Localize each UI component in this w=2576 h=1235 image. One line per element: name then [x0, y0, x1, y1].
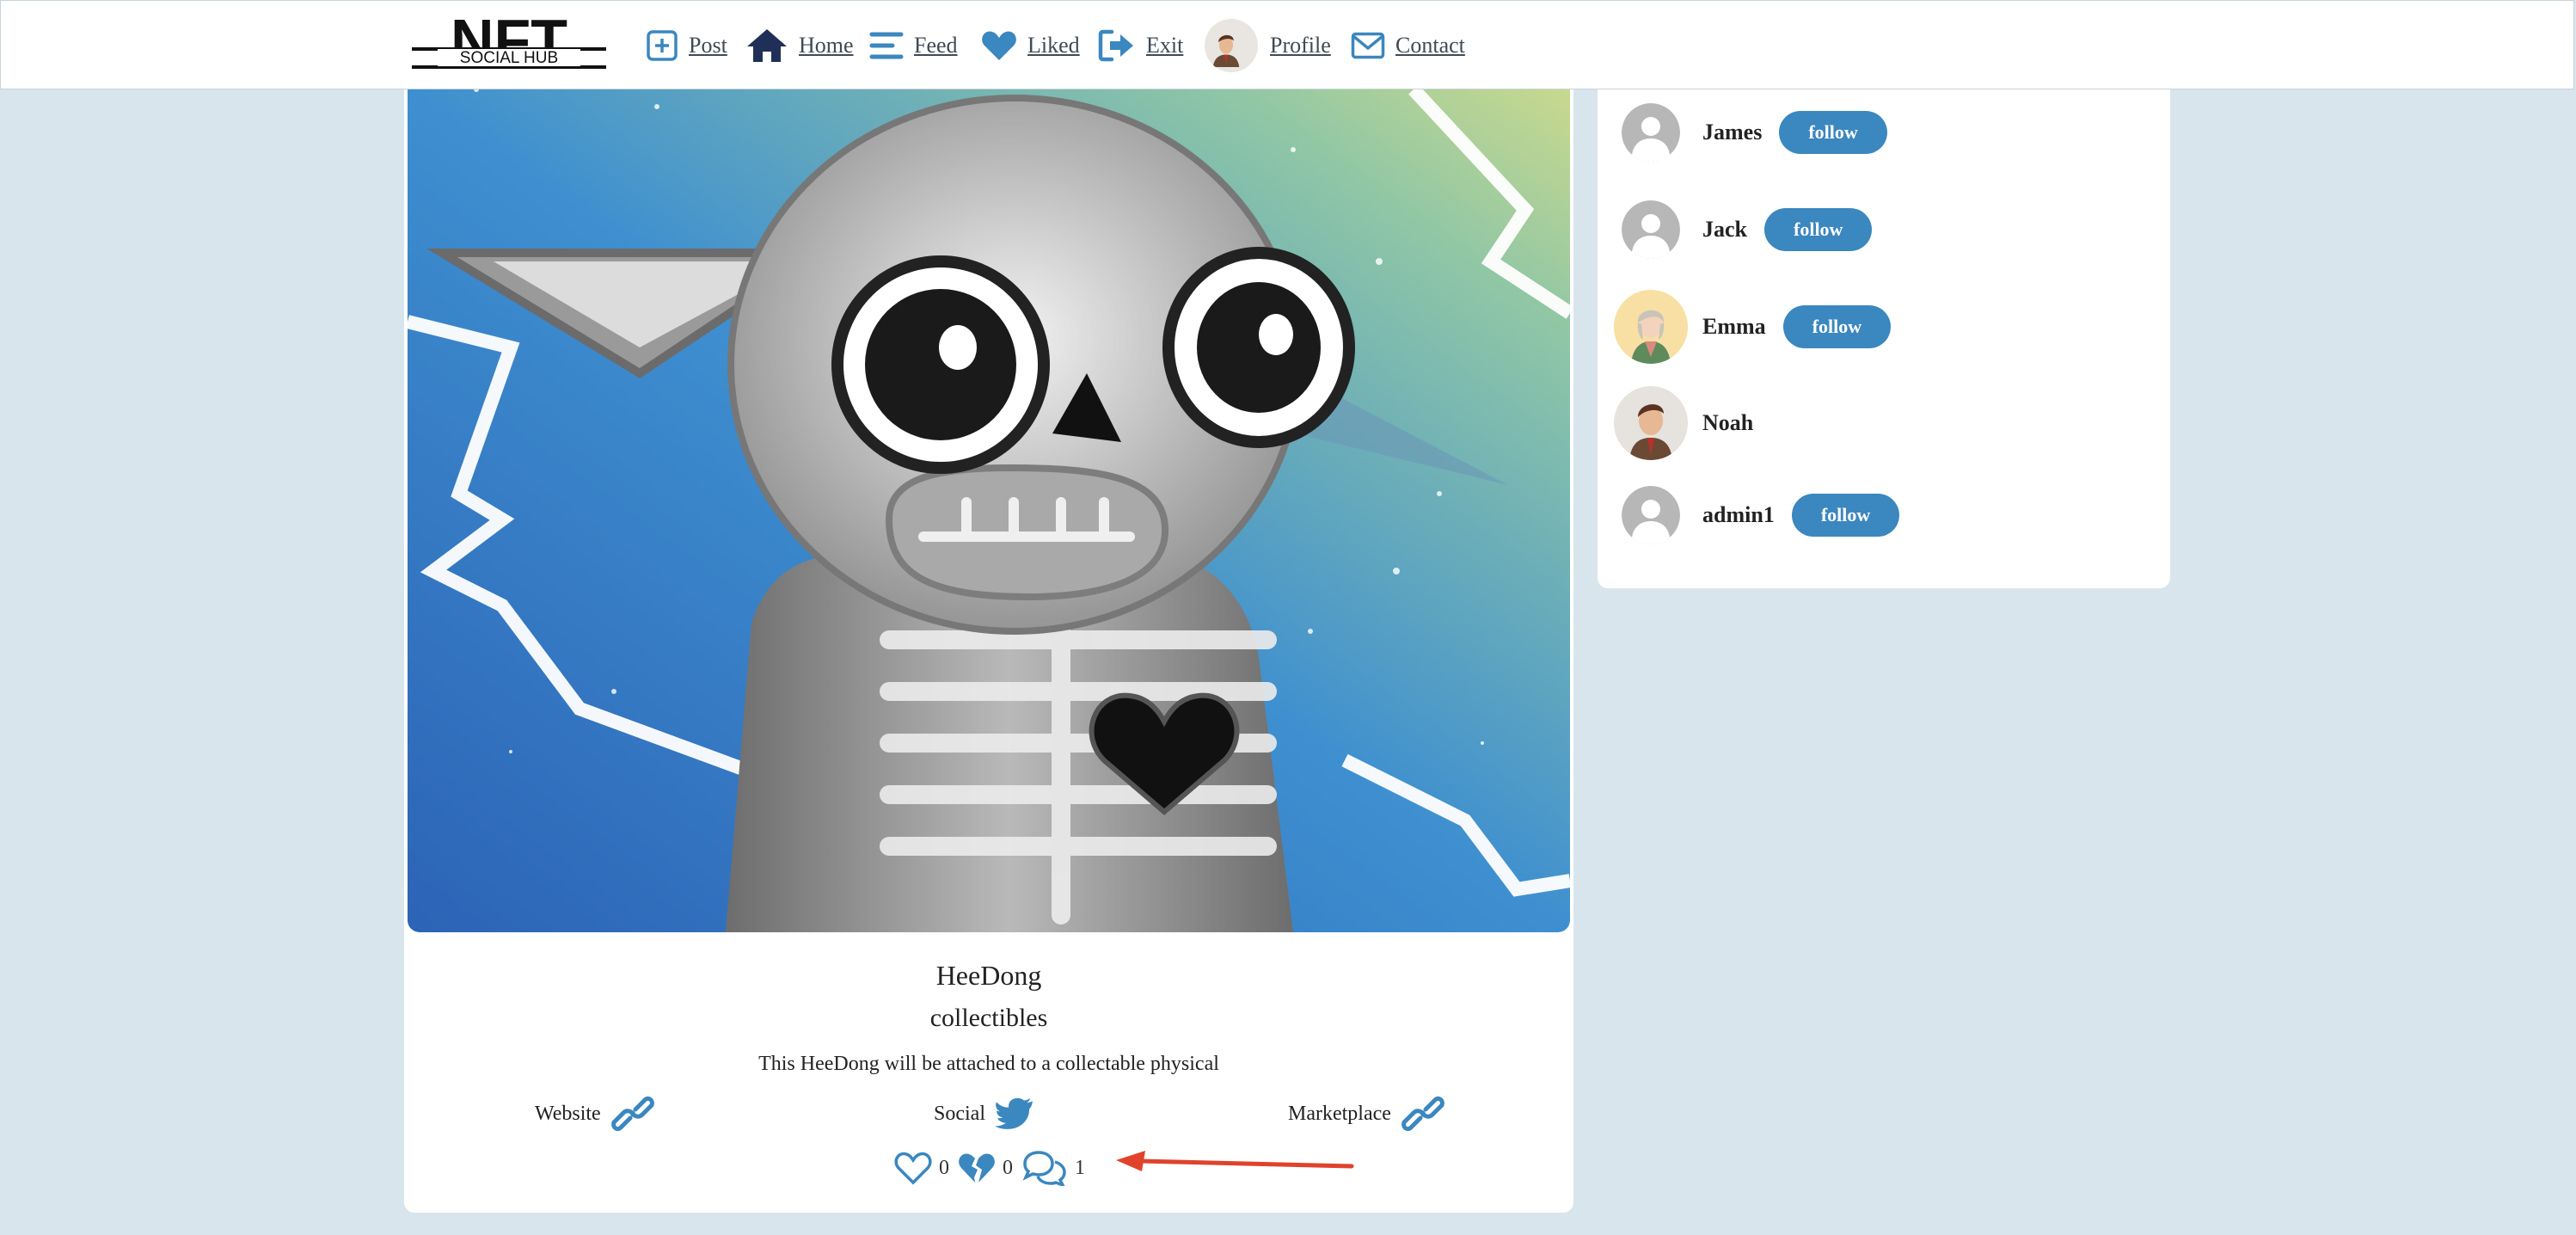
top-navbar: NFT SOCIAL HUB Post Home Feed Liked Exit… [0, 0, 2574, 89]
envelope-icon [1351, 32, 1385, 59]
marketplace-link[interactable]: Marketplace [1288, 1092, 1444, 1135]
link-chain-icon [610, 1096, 654, 1132]
link-chain-icon [1401, 1096, 1444, 1132]
nav-post-label: Post [689, 33, 727, 58]
suggestion-row: Noah [1614, 380, 1770, 466]
avatar [1205, 19, 1258, 72]
like-count: 0 [939, 1156, 949, 1179]
broken-heart-icon[interactable] [958, 1151, 996, 1185]
home-icon [747, 29, 787, 62]
follow-suggestions-panel: James follow Jack follow Emma follow Noa… [1598, 89, 2170, 588]
suggestion-row: Emma follow [1614, 284, 1892, 370]
exit-icon [1098, 29, 1133, 62]
follow-button[interactable]: follow [1764, 208, 1873, 251]
nav-home[interactable]: Home [745, 20, 854, 71]
user-name[interactable]: Emma [1702, 314, 1766, 340]
nav-exit-label: Exit [1146, 33, 1184, 58]
emma-avatar[interactable] [1614, 290, 1688, 364]
website-link[interactable]: Website [535, 1092, 654, 1135]
like-heart-icon[interactable] [894, 1151, 932, 1185]
follow-button[interactable]: follow [1779, 111, 1887, 154]
nav-contact-label: Contact [1395, 33, 1465, 58]
default-avatar[interactable] [1622, 486, 1680, 544]
suggestion-row: James follow [1622, 94, 1887, 171]
user-name[interactable]: James [1702, 120, 1762, 145]
nav-profile-label: Profile [1270, 33, 1331, 58]
social-link-label: Social [934, 1102, 985, 1125]
svg-text:SOCIAL HUB: SOCIAL HUB [460, 49, 558, 67]
post-description: This HeeDong will be attached to a colle… [758, 1053, 1219, 1075]
suggestion-row: admin1 follow [1622, 476, 1900, 554]
nav-feed-label: Feed [914, 33, 958, 58]
post-title: HeeDong [935, 960, 1042, 991]
nav-contact[interactable]: Contact [1351, 20, 1465, 71]
plus-square-icon [647, 30, 678, 61]
nav-liked[interactable]: Liked [981, 20, 1080, 71]
follow-button[interactable]: follow [1791, 494, 1900, 537]
follow-button[interactable]: follow [1782, 305, 1892, 348]
annotation-arrow [1116, 1151, 1354, 1171]
site-logo[interactable]: NFT SOCIAL HUB [412, 7, 606, 78]
nav-home-label: Home [799, 33, 854, 58]
noah-avatar[interactable] [1614, 386, 1688, 460]
feed-lines-icon [869, 32, 904, 59]
post-card: HeeDong collectibles This HeeDong will b… [404, 89, 1573, 1213]
social-link[interactable]: Social [934, 1092, 1033, 1135]
nav-post[interactable]: Post [646, 20, 727, 71]
nft-image[interactable] [408, 89, 1570, 932]
nav-liked-label: Liked [1027, 33, 1080, 58]
user-name[interactable]: admin1 [1702, 502, 1775, 528]
nav-profile[interactable]: Profile [1205, 19, 1331, 72]
marketplace-link-label: Marketplace [1288, 1102, 1391, 1125]
dislike-count: 0 [1003, 1156, 1013, 1179]
twitter-icon [996, 1097, 1033, 1129]
suggestion-row: Jack follow [1622, 191, 1873, 268]
nav-feed[interactable]: Feed [869, 20, 958, 71]
post-category: collectibles [929, 1004, 1048, 1032]
comments-icon[interactable] [1021, 1150, 1068, 1186]
user-name[interactable]: Jack [1702, 217, 1747, 243]
default-avatar[interactable] [1622, 200, 1680, 259]
website-link-label: Website [535, 1102, 601, 1125]
default-avatar[interactable] [1622, 103, 1680, 162]
post-stats: 0 0 1 [894, 1142, 1094, 1194]
user-name[interactable]: Noah [1702, 410, 1753, 436]
heart-icon [982, 31, 1016, 60]
nav-exit[interactable]: Exit [1098, 20, 1183, 71]
comment-count: 1 [1075, 1156, 1085, 1179]
